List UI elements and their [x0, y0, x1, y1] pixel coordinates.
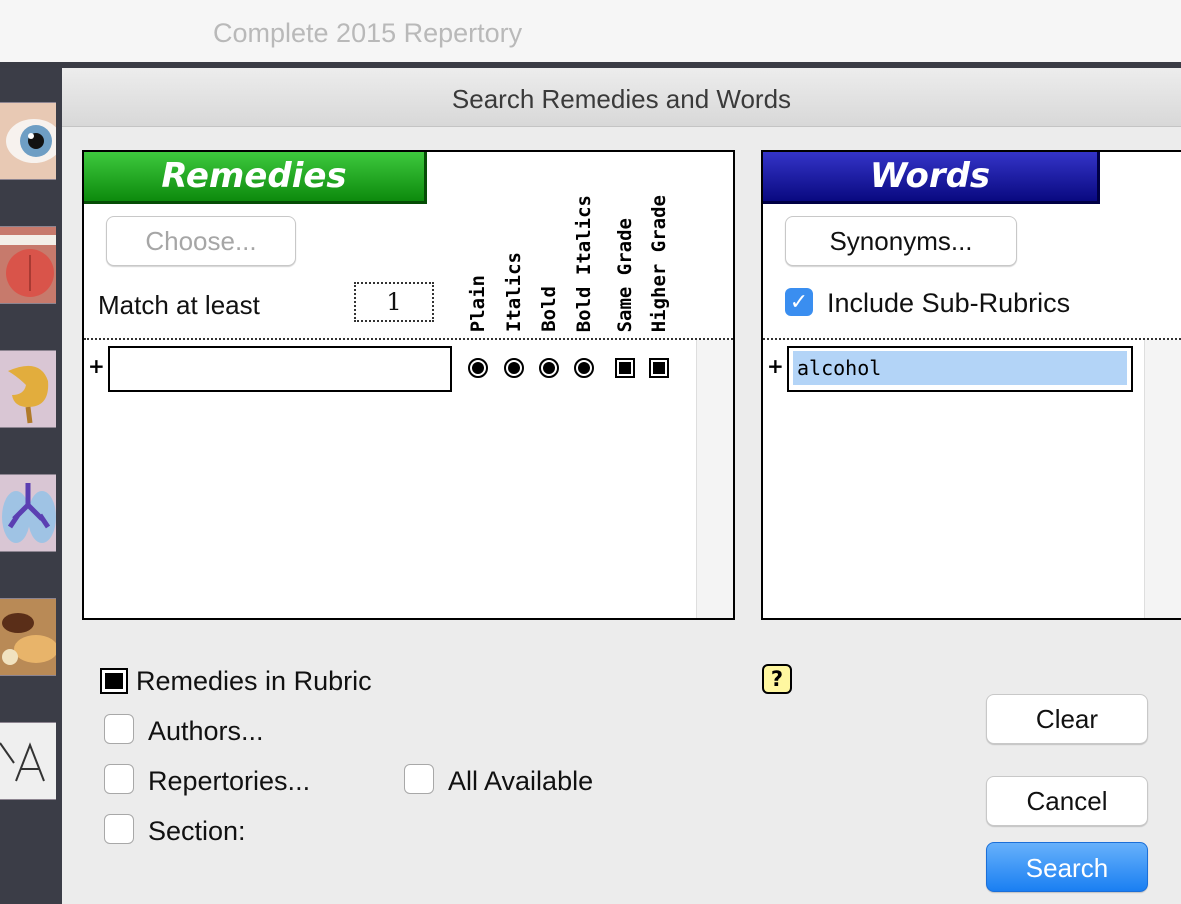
repertories-checkbox[interactable] — [104, 764, 134, 794]
dialog-titlebar: Search Remedies and Words — [62, 70, 1181, 127]
app-titlebar: Complete 2015 Repertory — [0, 0, 1181, 62]
authors-checkbox[interactable] — [104, 714, 134, 744]
tongue-icon — [0, 227, 56, 303]
words-panel: Words Synonyms... ✓ Include Sub-Rubrics … — [761, 150, 1181, 620]
grade-plain-radio[interactable] — [468, 358, 488, 378]
sidebar-item-letters[interactable] — [0, 722, 56, 800]
clear-button[interactable]: Clear — [986, 694, 1148, 744]
app-toolbar-strip — [0, 62, 1181, 68]
remedies-scrollbar[interactable] — [696, 340, 733, 618]
word-input-value: alcohol — [793, 351, 1127, 385]
sidebar-item-food[interactable] — [0, 598, 56, 676]
synonyms-button[interactable]: Synonyms... — [785, 216, 1017, 266]
cancel-button[interactable]: Cancel — [986, 776, 1148, 826]
app-title: Complete 2015 Repertory — [213, 18, 523, 48]
remedy-input[interactable] — [108, 346, 452, 392]
eye-icon — [0, 103, 56, 179]
remedies-panel: Remedies Choose... Match at least 1 Plai… — [82, 150, 735, 620]
food-icon — [0, 599, 56, 675]
sidebar-item-lungs[interactable] — [0, 474, 56, 552]
search-dialog: Search Remedies and Words Remedies Choos… — [62, 70, 1181, 904]
checkmark-icon: ✓ — [789, 289, 809, 314]
words-divider — [763, 338, 1181, 340]
plus-icon[interactable]: + — [767, 354, 784, 378]
chapter-sidebar — [0, 68, 62, 904]
lungs-icon — [0, 475, 56, 551]
include-sub-rubrics-label: Include Sub-Rubrics — [827, 288, 1071, 318]
remedies-in-rubric-label: Remedies in Rubric — [136, 666, 372, 696]
stomach-icon — [0, 351, 56, 427]
grade-bold-italics-radio[interactable] — [574, 358, 594, 378]
section-label: Section: — [148, 816, 246, 846]
sidebar-item-mouth[interactable] — [0, 226, 56, 304]
words-header: Words — [763, 152, 1100, 204]
words-scrollbar[interactable] — [1144, 340, 1181, 618]
dialog-title: Search Remedies and Words — [451, 84, 792, 114]
grade-italics-radio[interactable] — [504, 358, 524, 378]
grade-same-checkbox[interactable] — [615, 358, 635, 378]
section-checkbox[interactable] — [104, 814, 134, 844]
word-input[interactable]: alcohol — [787, 346, 1133, 392]
grade-column-bold: Bold — [538, 286, 560, 332]
grade-column-bold-italics: Bold Italics — [573, 194, 595, 332]
remedies-header: Remedies — [84, 152, 427, 204]
search-button[interactable]: Search — [986, 842, 1148, 892]
grade-column-plain: Plain — [467, 274, 489, 332]
remedies-in-rubric-checkbox[interactable] — [100, 668, 128, 694]
remedies-divider — [84, 338, 733, 340]
letters-icon — [0, 723, 56, 799]
grade-column-same-grade: Same Grade — [614, 217, 636, 332]
all-available-checkbox[interactable] — [404, 764, 434, 794]
grade-higher-checkbox[interactable] — [649, 358, 669, 378]
grade-bold-radio[interactable] — [539, 358, 559, 378]
repertories-label: Repertories... — [148, 766, 311, 796]
choose-button[interactable]: Choose... — [106, 216, 296, 266]
grade-column-higher-grade: Higher Grade — [648, 194, 670, 332]
sidebar-item-stomach[interactable] — [0, 350, 56, 428]
help-icon[interactable]: ? — [762, 664, 792, 694]
match-at-least-input[interactable]: 1 — [354, 282, 434, 322]
sidebar-item-eye[interactable] — [0, 102, 56, 180]
all-available-label: All Available — [448, 766, 594, 796]
plus-icon[interactable]: + — [88, 354, 105, 378]
grade-column-italics: Italics — [503, 251, 525, 332]
authors-label: Authors... — [148, 716, 264, 746]
match-at-least-label: Match at least — [98, 290, 260, 320]
include-sub-rubrics-checkbox[interactable]: ✓ — [785, 288, 813, 316]
